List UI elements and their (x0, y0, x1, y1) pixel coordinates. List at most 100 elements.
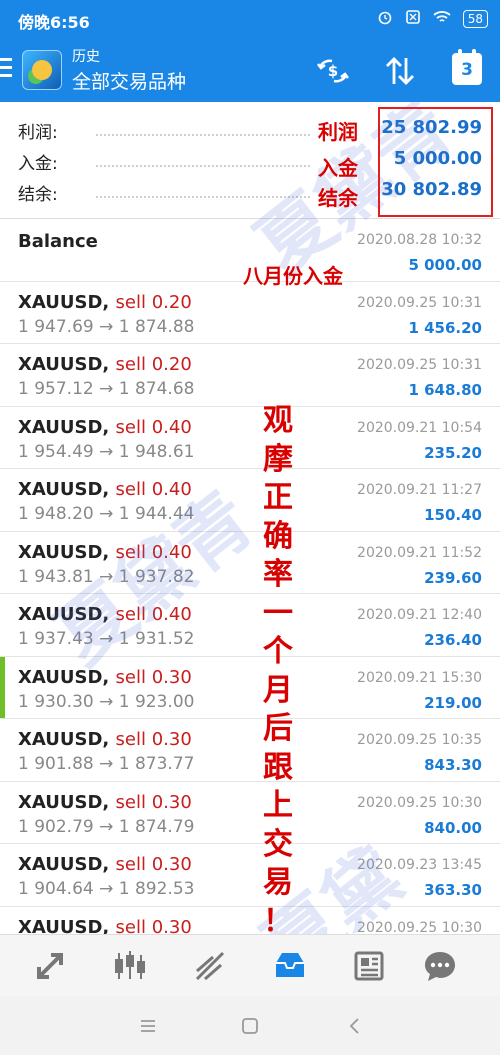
chat-icon[interactable] (420, 947, 460, 985)
row-side: sell 0.30 (115, 666, 192, 688)
row-prices: 1 957.12 → 1 874.68 (18, 379, 195, 399)
row-date: 2020.09.23 13:45 (357, 857, 482, 873)
row-amount: 5 000.00 (408, 256, 482, 274)
row-date: 2020.09.25 10:30 (357, 794, 482, 811)
row-profit: 843.30 (424, 756, 482, 774)
row-date: 2020.09.25 10:31 (357, 357, 482, 373)
row-prices: 1 943.81 → 1 937.82 (18, 566, 195, 587)
sim-icon (405, 9, 421, 29)
summary-label: 结余: (18, 185, 58, 205)
row-symbol: XAUUSD, (18, 416, 110, 438)
row-date: 2020.09.25 10:35 (357, 732, 482, 748)
row-date: 2020.09.21 12:40 (357, 607, 482, 623)
row-profit: 239.60 (424, 568, 482, 587)
history-icon[interactable] (270, 947, 310, 985)
row-profit: 363.30 (424, 881, 482, 899)
row-profit: 1 456.20 (408, 318, 482, 337)
table-row[interactable]: XAUUSD, sell 0.40 1 937.43 → 1 931.52 20… (0, 594, 500, 657)
wifi-icon (433, 10, 451, 28)
table-row[interactable]: XAUUSD, sell 0.20 1 947.69 → 1 874.88 20… (0, 281, 500, 344)
toolbar-subtitle: 历史 (72, 49, 100, 65)
row-side: sell 0.30 (115, 854, 192, 875)
battery-icon: 58 (462, 10, 488, 28)
annotation-balance: 结余 (318, 186, 358, 210)
row-side: sell 0.40 (115, 541, 192, 563)
summary-label: 利润: (18, 123, 58, 143)
alarm-icon (377, 9, 393, 29)
calendar-icon[interactable]: 3 (452, 49, 482, 85)
news-icon[interactable] (350, 947, 390, 985)
svg-text:$: $ (328, 62, 338, 80)
row-side: sell 0.20 (115, 354, 192, 375)
row-symbol: XAUUSD, (18, 604, 110, 625)
row-symbol: XAUUSD, (18, 729, 110, 750)
table-row[interactable]: XAUUSD, sell 0.40 1 954.49 → 1 948.61 20… (0, 406, 500, 469)
row-side: sell 0.40 (115, 416, 192, 438)
row-prices: 1 954.49 → 1 948.61 (18, 441, 195, 462)
candlestick-chart-icon[interactable] (110, 947, 150, 985)
back-icon[interactable] (343, 1014, 367, 1038)
history-list[interactable]: Balance 2020.08.28 10:32 5 000.00 XAUUSD… (0, 219, 500, 934)
row-date: 2020.09.25 10:30 (357, 919, 482, 935)
row-profit: 840.00 (424, 818, 482, 837)
annotation-vertical-note: 观 摩 正 确 率 一 个 月 后 跟 上 交 易 ！ (263, 403, 293, 939)
row-side: sell 0.30 (115, 729, 192, 750)
row-date: 2020.09.21 10:54 (357, 419, 482, 436)
app-toolbar: 历史 全部交易品种 $ 3 (0, 40, 500, 102)
row-symbol: XAUUSD, (18, 354, 110, 375)
table-row[interactable]: XAUUSD, sell 0.20 1 957.12 → 1 874.68 20… (0, 344, 500, 407)
row-profit: 236.40 (424, 631, 482, 649)
status-bar: 傍晚6:56 58 (0, 0, 500, 40)
quotes-icon[interactable] (30, 947, 70, 985)
table-row[interactable]: XAUUSD, sell 0.30 1 901.88 → 1 873.77 20… (0, 719, 500, 782)
row-symbol: XAUUSD, (18, 854, 110, 875)
status-time: 傍晚6:56 (18, 13, 90, 32)
row-prices: 1 947.69 → 1 874.88 (18, 316, 195, 337)
row-date: 2020.09.21 11:52 (357, 544, 482, 561)
table-row[interactable]: XAUUSD, sell 0.40 1 943.81 → 1 937.82 20… (0, 531, 500, 594)
row-prices: 1 904.64 → 1 892.53 (18, 879, 195, 899)
row-symbol: XAUUSD, (18, 541, 110, 563)
menu-icon[interactable] (0, 58, 14, 82)
home-icon[interactable] (238, 1014, 262, 1038)
table-row[interactable]: XAUUSD, sell 0.30 1 904.64 → 1 892.53 20… (0, 844, 500, 907)
row-date: 2020.08.28 10:32 (357, 232, 482, 248)
row-date: 2020.09.21 15:30 (357, 669, 482, 686)
table-row[interactable]: XAUUSD, sell 0.30 2020.09.25 10:30 (0, 906, 500, 935)
row-symbol: XAUUSD, (18, 479, 110, 500)
row-side: sell 0.40 (115, 479, 192, 500)
summary-label: 入金: (18, 154, 58, 174)
row-date: 2020.09.25 10:31 (357, 294, 482, 311)
toolbar-title[interactable]: 全部交易品种 (72, 67, 186, 94)
row-side: sell 0.30 (115, 791, 192, 813)
row-symbol: XAUUSD, (18, 791, 110, 813)
table-row[interactable]: XAUUSD, sell 0.30 1 902.79 → 1 874.79 20… (0, 781, 500, 844)
row-prices: 1 937.43 → 1 931.52 (18, 629, 195, 649)
row-profit: 150.40 (424, 506, 482, 524)
row-symbol: XAUUSD, (18, 291, 110, 313)
status-icons: 58 (377, 9, 488, 29)
row-symbol: XAUUSD, (18, 916, 110, 935)
table-row[interactable]: XAUUSD, sell 0.30 1 930.30 → 1 923.00 20… (0, 656, 500, 719)
annotation-deposit: 入金 (318, 156, 358, 180)
app-logo (22, 50, 62, 90)
row-profit: 219.00 (424, 693, 482, 712)
row-prices: 1 901.88 → 1 873.77 (18, 754, 195, 774)
menu-lines-icon[interactable] (136, 1014, 160, 1038)
row-symbol: XAUUSD, (18, 666, 110, 688)
row-profit: 235.20 (424, 443, 482, 462)
dollar-exchange-icon[interactable]: $ (316, 54, 350, 88)
row-profit: 1 648.80 (408, 381, 482, 399)
row-prices: 1 948.20 → 1 944.44 (18, 504, 195, 524)
bottom-nav (0, 934, 500, 996)
row-prices: 1 902.79 → 1 874.79 (18, 816, 195, 837)
balance-label: Balance (18, 231, 98, 252)
trade-icon[interactable] (190, 947, 230, 985)
annotation-box (378, 107, 493, 217)
sort-icon[interactable] (383, 54, 417, 88)
table-row[interactable]: XAUUSD, sell 0.40 1 948.20 → 1 944.44 20… (0, 469, 500, 532)
row-side: sell 0.30 (115, 916, 192, 935)
system-nav-bar (0, 996, 500, 1055)
row-side: sell 0.40 (115, 604, 192, 625)
annotation-august-deposit: 八月份入金 (243, 264, 343, 288)
